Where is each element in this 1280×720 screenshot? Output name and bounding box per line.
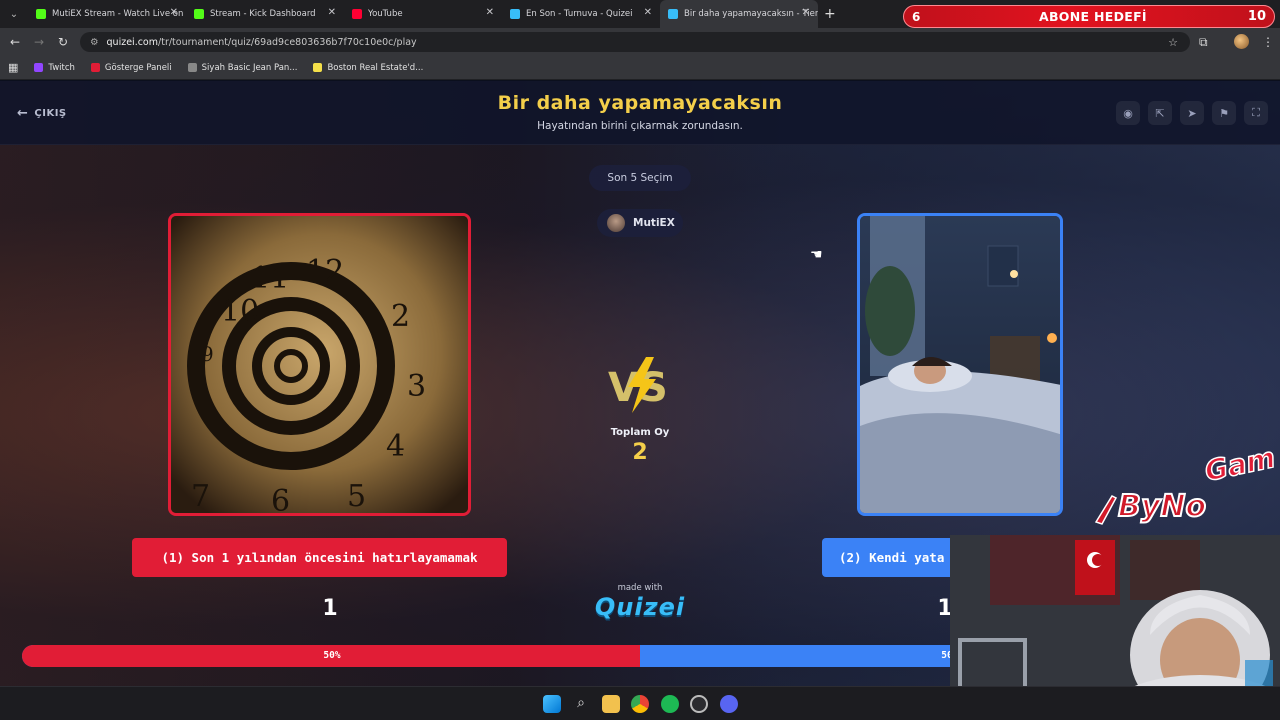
round-pill: Son 5 Seçim [589,165,691,191]
url-bar[interactable]: ⚙ quizei.com/tr/tournament/quiz/69ad9ce8… [80,32,1190,52]
total-votes-value: 2 [632,440,648,465]
url-host: quizei.com [106,36,159,48]
bookmark-item[interactable]: Twitch [34,63,75,73]
made-with-label: made with [617,583,663,593]
back-arrow-icon[interactable]: ← [3,35,27,49]
bookmark-item[interactable]: Siyah Basic Jean Pan... [187,62,298,73]
windows-taskbar: ⌕ [0,686,1280,720]
windows-start-icon[interactable] [543,695,561,713]
bookmark-star-icon[interactable]: ☆ [1168,36,1178,49]
dashboard-favicon-icon [90,63,100,72]
byno-gaming-logo: Gam ByNo [1094,440,1279,525]
forward-arrow-icon[interactable]: → [27,35,51,49]
store-favicon-icon [187,63,197,72]
bookmark-label: Boston Real Estate'd... [327,62,424,73]
extensions-puzzle-icon[interactable]: ⧉ [1199,35,1208,50]
spiral-clock-image: 12 2 3 45 6 7 9 1011 [171,216,468,516]
svg-text:3: 3 [407,369,426,404]
quizei-favicon-icon [668,9,678,19]
tab-close-icon[interactable]: ✕ [644,7,652,18]
file-explorer-icon[interactable] [602,695,620,713]
realestate-favicon-icon [313,63,323,72]
browser-tab[interactable]: Stream - Kick Dashboard ✕ [186,0,344,28]
subscriber-goal-banner: 6 ABONE HEDEFİ 10 [903,5,1275,28]
send-icon[interactable]: ➤ [1180,101,1204,125]
site-info-icon[interactable]: ⚙ [90,37,99,48]
svg-text:11: 11 [251,261,289,296]
youtube-favicon-icon [352,9,362,19]
bookmark-item[interactable]: Gösterge Paneli [90,62,172,73]
bookmark-label: Twitch [48,62,75,73]
svg-text:12: 12 [306,254,344,289]
goal-target: 10 [1247,9,1266,24]
username: MutiEX [633,217,675,229]
svg-text:5: 5 [347,479,366,514]
bookmark-item[interactable]: Boston Real Estate'd... [313,63,423,73]
discord-icon[interactable] [720,695,738,713]
byno-text: ByNo [1118,489,1206,524]
eye-icon[interactable]: ◉ [1116,101,1140,125]
tab-title: En Son - Turnuva - Quizei [526,9,633,19]
option-left-button[interactable]: (1) Son 1 yılından öncesini hatırlayamam… [132,538,507,577]
avatar [607,214,625,232]
reload-icon[interactable]: ↻ [51,35,75,49]
tab-close-icon[interactable]: ✕ [170,7,178,18]
kick-favicon-icon [194,9,204,19]
quizei-favicon-icon [510,9,520,19]
fullscreen-icon[interactable]: ⛶ [1244,101,1268,125]
tab-title: Stream - Kick Dashboard [210,9,316,19]
profile-avatar[interactable] [1234,34,1249,49]
page-title: Bir daha yapamayacaksın [497,92,783,114]
tab-close-icon[interactable]: ✕ [486,7,494,18]
tab-title: YouTube [368,9,403,19]
svg-text:6: 6 [271,484,290,516]
quizei-logo[interactable]: Quizei [580,593,700,621]
bookmarks-bar: ▦ Twitch Gösterge Paneli Siyah Basic Jea… [0,56,1280,80]
new-tab-plus-icon[interactable]: + [824,6,836,22]
tab-close-icon[interactable]: ✕ [328,7,336,18]
browser-tab-active[interactable]: Bir daha yapamayacaksın - Tier ✕ [660,0,818,28]
url-path: /tr/tournament/quiz/69ad9ce803636b7f70c1… [158,36,417,48]
obs-icon[interactable] [690,695,708,713]
quiz-header: ← ÇIKIŞ Bir daha yapamayacaksın Hayatınd… [0,81,1280,145]
bookmark-label: Gösterge Paneli [104,62,172,73]
tab-title: Bir daha yapamayacaksın - Tier [684,9,818,19]
chrome-icon[interactable] [631,695,649,713]
option-left-card[interactable]: 12 2 3 45 6 7 9 10 11 [168,213,471,516]
browser-tab[interactable]: En Son - Turnuva - Quizei ✕ [502,0,660,28]
goal-current: 6 [912,9,921,24]
apps-grid-icon[interactable]: ▦ [8,61,18,74]
browser-tab[interactable]: MutiEX Stream - Watch Live on ✕ [28,0,186,28]
spotify-icon[interactable] [661,695,679,713]
flag-icon[interactable]: ⚑ [1212,101,1236,125]
goal-label: ABONE HEDEFİ [1039,9,1147,24]
tab-title: MutiEX Stream - Watch Live on [52,9,184,19]
option-right-card[interactable] [857,213,1063,516]
option-left-vote-count: 1 [322,596,338,621]
browser-menu-icon[interactable]: ⋮ [1262,35,1274,49]
address-toolbar: ← → ↻ ⚙ quizei.com/tr/tournament/quiz/69… [0,28,1280,56]
svg-text:2: 2 [391,299,410,334]
svg-text:4: 4 [386,429,405,464]
hand-cursor-icon: ☚ [810,247,823,263]
svg-text:7: 7 [191,479,210,514]
browser-tab[interactable]: YouTube ✕ [344,0,502,28]
total-votes-label: Toplam Oy [610,427,670,438]
share-icon[interactable]: ⇱ [1148,101,1172,125]
page-subtitle: Hayatından birini çıkarmak zorundasın. [537,120,743,132]
gam-text: Gam [1202,441,1278,488]
bookmark-label: Siyah Basic Jean Pan... [201,62,298,73]
search-icon[interactable]: ⌕ [572,695,590,713]
kick-favicon-icon [36,9,46,19]
left-percent-label: 50% [323,650,341,661]
twitch-favicon-icon [34,63,44,72]
versus-bolt-icon: VS [608,357,668,413]
svg-text:9: 9 [201,342,214,366]
tab-close-icon[interactable]: ✕ [802,7,810,18]
svg-text:10: 10 [221,294,259,329]
user-chip: MutiEX [597,209,683,237]
tab-search-chevron-icon[interactable]: ⌄ [0,9,28,20]
sleeping-person-image [860,216,1060,513]
